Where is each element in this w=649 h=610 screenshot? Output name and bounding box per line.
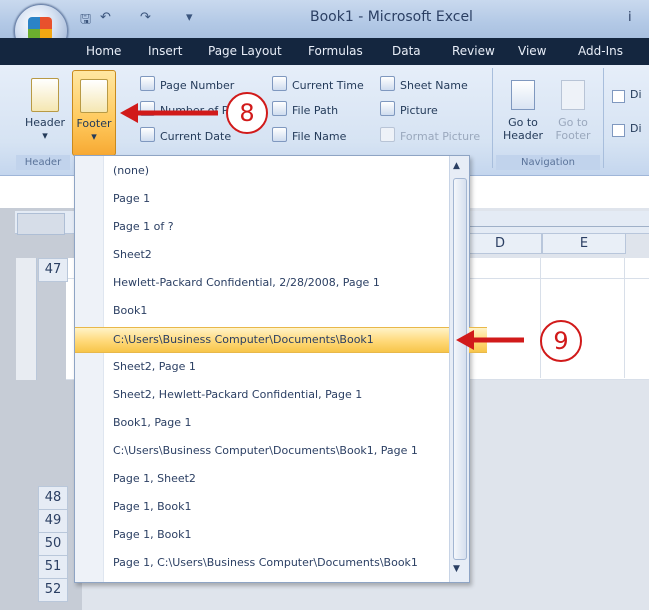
step-8-callout: 8 <box>226 92 268 134</box>
step-9-callout: 9 <box>540 320 582 362</box>
annotation-arrows <box>120 103 524 350</box>
arrow-icon <box>120 103 218 123</box>
arrow-icon <box>456 330 524 350</box>
